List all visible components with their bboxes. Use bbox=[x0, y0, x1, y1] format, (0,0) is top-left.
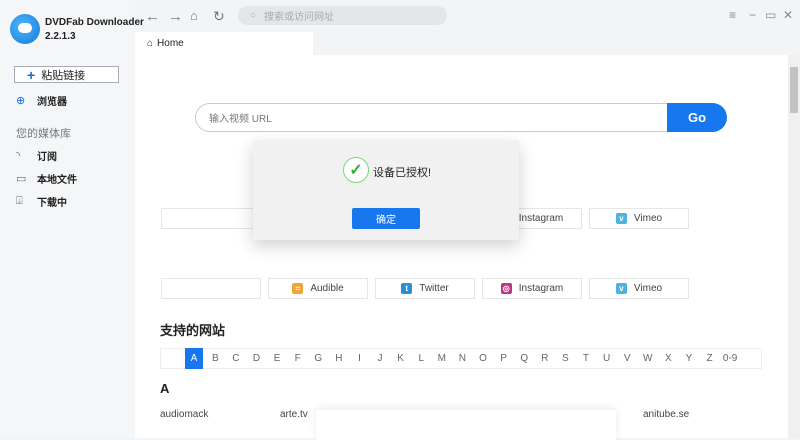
vimeo-icon: v bbox=[615, 213, 627, 224]
app-version: 2.2.1.3 bbox=[45, 31, 76, 42]
site-button-vimeo[interactable]: v Vimeo bbox=[589, 208, 689, 229]
alphabet-letter-Q[interactable]: Q bbox=[514, 348, 535, 369]
alphabet-letter-B[interactable]: B bbox=[205, 348, 226, 369]
check-icon: ✓ bbox=[343, 157, 369, 183]
alphabet-letter-F[interactable]: F bbox=[287, 348, 308, 369]
site-label: Instagram bbox=[518, 283, 564, 294]
tab-home[interactable]: ⌂ Home bbox=[135, 32, 313, 55]
minimize-icon[interactable]: − bbox=[749, 8, 756, 22]
alphabet-letter-P[interactable]: P bbox=[493, 348, 514, 369]
video-url-input[interactable]: 输入视频 URL bbox=[195, 103, 668, 132]
alphabet-letter-H[interactable]: H bbox=[329, 348, 350, 369]
sidebar-item-subscriptions[interactable]: ◝ 订阅 bbox=[16, 148, 57, 163]
alphabet-letter-X[interactable]: X bbox=[658, 348, 679, 369]
alphabet-letter-A[interactable]: A bbox=[185, 348, 203, 369]
alphabet-letter-K[interactable]: K bbox=[390, 348, 411, 369]
section-letter: A bbox=[160, 381, 170, 396]
search-placeholder: 搜索或访问网址 bbox=[264, 12, 335, 23]
site-label: Instagram bbox=[518, 213, 564, 224]
site-button[interactable] bbox=[161, 208, 261, 229]
alphabet-letter-D[interactable]: D bbox=[246, 348, 267, 369]
popup-panel bbox=[316, 410, 616, 440]
alphabet-letter-S[interactable]: S bbox=[555, 348, 576, 369]
site-button-twitter[interactable]: t Twitter bbox=[375, 278, 475, 299]
audible-icon: ≈ bbox=[292, 283, 304, 294]
alphabet-letter-O[interactable]: O bbox=[473, 348, 494, 369]
close-icon[interactable]: ✕ bbox=[783, 8, 793, 22]
download-icon: ⍗ bbox=[16, 195, 23, 207]
maximize-icon[interactable]: ▭ bbox=[765, 8, 776, 22]
twitter-icon: t bbox=[401, 283, 413, 294]
alphabet-letter-V[interactable]: V bbox=[617, 348, 638, 369]
alphabet-letter-R[interactable]: R bbox=[535, 348, 556, 369]
alphabet-letter-E[interactable]: E bbox=[267, 348, 288, 369]
app-logo bbox=[10, 14, 40, 44]
go-button[interactable]: Go bbox=[667, 103, 727, 132]
alphabet-filter: A B C D E F G H I J K L M N O P Q R S T U V W X Y Z 0-9 bbox=[160, 348, 762, 369]
site-button[interactable] bbox=[161, 278, 261, 299]
alphabet-letter-G[interactable]: G bbox=[308, 348, 329, 369]
alphabet-letter-Y[interactable]: Y bbox=[679, 348, 700, 369]
alphabet-letter-J[interactable]: J bbox=[370, 348, 391, 369]
site-link[interactable]: arte.tv bbox=[280, 409, 308, 420]
sidebar-item-label: 浏览器 bbox=[37, 97, 67, 108]
home-icon[interactable]: ⌂ bbox=[190, 8, 198, 23]
home-icon: ⌂ bbox=[147, 38, 154, 49]
url-placeholder: 输入视频 URL bbox=[209, 114, 272, 125]
alphabet-letter-0-9[interactable]: 0-9 bbox=[720, 348, 741, 369]
paste-link-label: 粘贴链接 bbox=[41, 69, 86, 82]
globe-icon: ⊕ bbox=[16, 95, 26, 107]
alphabet-letter-L[interactable]: L bbox=[411, 348, 432, 369]
plus-icon: + bbox=[27, 66, 36, 83]
app-name: DVDFab Downloader bbox=[45, 17, 144, 28]
alphabet-letter-C[interactable]: C bbox=[226, 348, 247, 369]
sidebar-item-downloading[interactable]: ⍗ 下载中 bbox=[16, 194, 67, 209]
sidebar-item-label: 下载中 bbox=[37, 198, 67, 209]
alphabet-letter-W[interactable]: W bbox=[637, 348, 658, 369]
tab-label: Home bbox=[157, 38, 184, 49]
dialog-message: 设备已授权! bbox=[373, 167, 432, 179]
site-label: Vimeo bbox=[633, 213, 663, 224]
alphabet-letter-N[interactable]: N bbox=[452, 348, 473, 369]
rss-icon: ◝ bbox=[16, 150, 21, 162]
sidebar-item-label: 订阅 bbox=[37, 152, 57, 163]
site-link[interactable]: anitube.se bbox=[643, 409, 689, 420]
forward-icon[interactable]: → bbox=[168, 8, 183, 25]
refresh-icon[interactable]: ↻ bbox=[213, 8, 225, 25]
sidebar-item-browser[interactable]: ⊕ 浏览器 bbox=[16, 93, 67, 108]
supported-sites-title: 支持的网站 bbox=[160, 323, 226, 338]
menu-icon[interactable]: ≡ bbox=[729, 8, 736, 22]
address-search-input[interactable]: ○ 搜索或访问网址 bbox=[238, 6, 447, 25]
alphabet-letter-M[interactable]: M bbox=[432, 348, 453, 369]
authorized-dialog: ✓ 设备已授权! 确定 bbox=[253, 140, 519, 240]
sidebar-item-local-files[interactable]: ▭ 本地文件 bbox=[16, 171, 77, 186]
search-icon: ○ bbox=[250, 10, 257, 21]
alphabet-letter-U[interactable]: U bbox=[596, 348, 617, 369]
scrollbar-thumb[interactable] bbox=[790, 67, 798, 113]
paste-link-button[interactable]: + 粘贴链接 bbox=[14, 66, 119, 83]
alphabet-letter-I[interactable]: I bbox=[349, 348, 370, 369]
site-label: Twitter bbox=[419, 283, 449, 294]
site-label: Vimeo bbox=[633, 283, 663, 294]
site-button-instagram[interactable]: ◎ Instagram bbox=[482, 278, 582, 299]
confirm-button[interactable]: 确定 bbox=[352, 208, 420, 229]
app-title: DVDFab Downloader 2.2.1.3 bbox=[45, 16, 144, 44]
site-button-audible[interactable]: ≈ Audible bbox=[268, 278, 368, 299]
instagram-icon: ◎ bbox=[500, 283, 512, 294]
sidebar-item-label: 本地文件 bbox=[37, 175, 77, 186]
site-button-vimeo[interactable]: v Vimeo bbox=[589, 278, 689, 299]
library-title: 您的媒体库 bbox=[16, 128, 71, 140]
vimeo-icon: v bbox=[615, 283, 627, 294]
alphabet-letter-T[interactable]: T bbox=[576, 348, 597, 369]
folder-icon: ▭ bbox=[16, 173, 27, 185]
alphabet-letter-Z[interactable]: Z bbox=[699, 348, 720, 369]
back-icon[interactable]: ← bbox=[145, 8, 160, 25]
site-link[interactable]: audiomack bbox=[160, 409, 208, 420]
site-label: Audible bbox=[310, 283, 344, 294]
